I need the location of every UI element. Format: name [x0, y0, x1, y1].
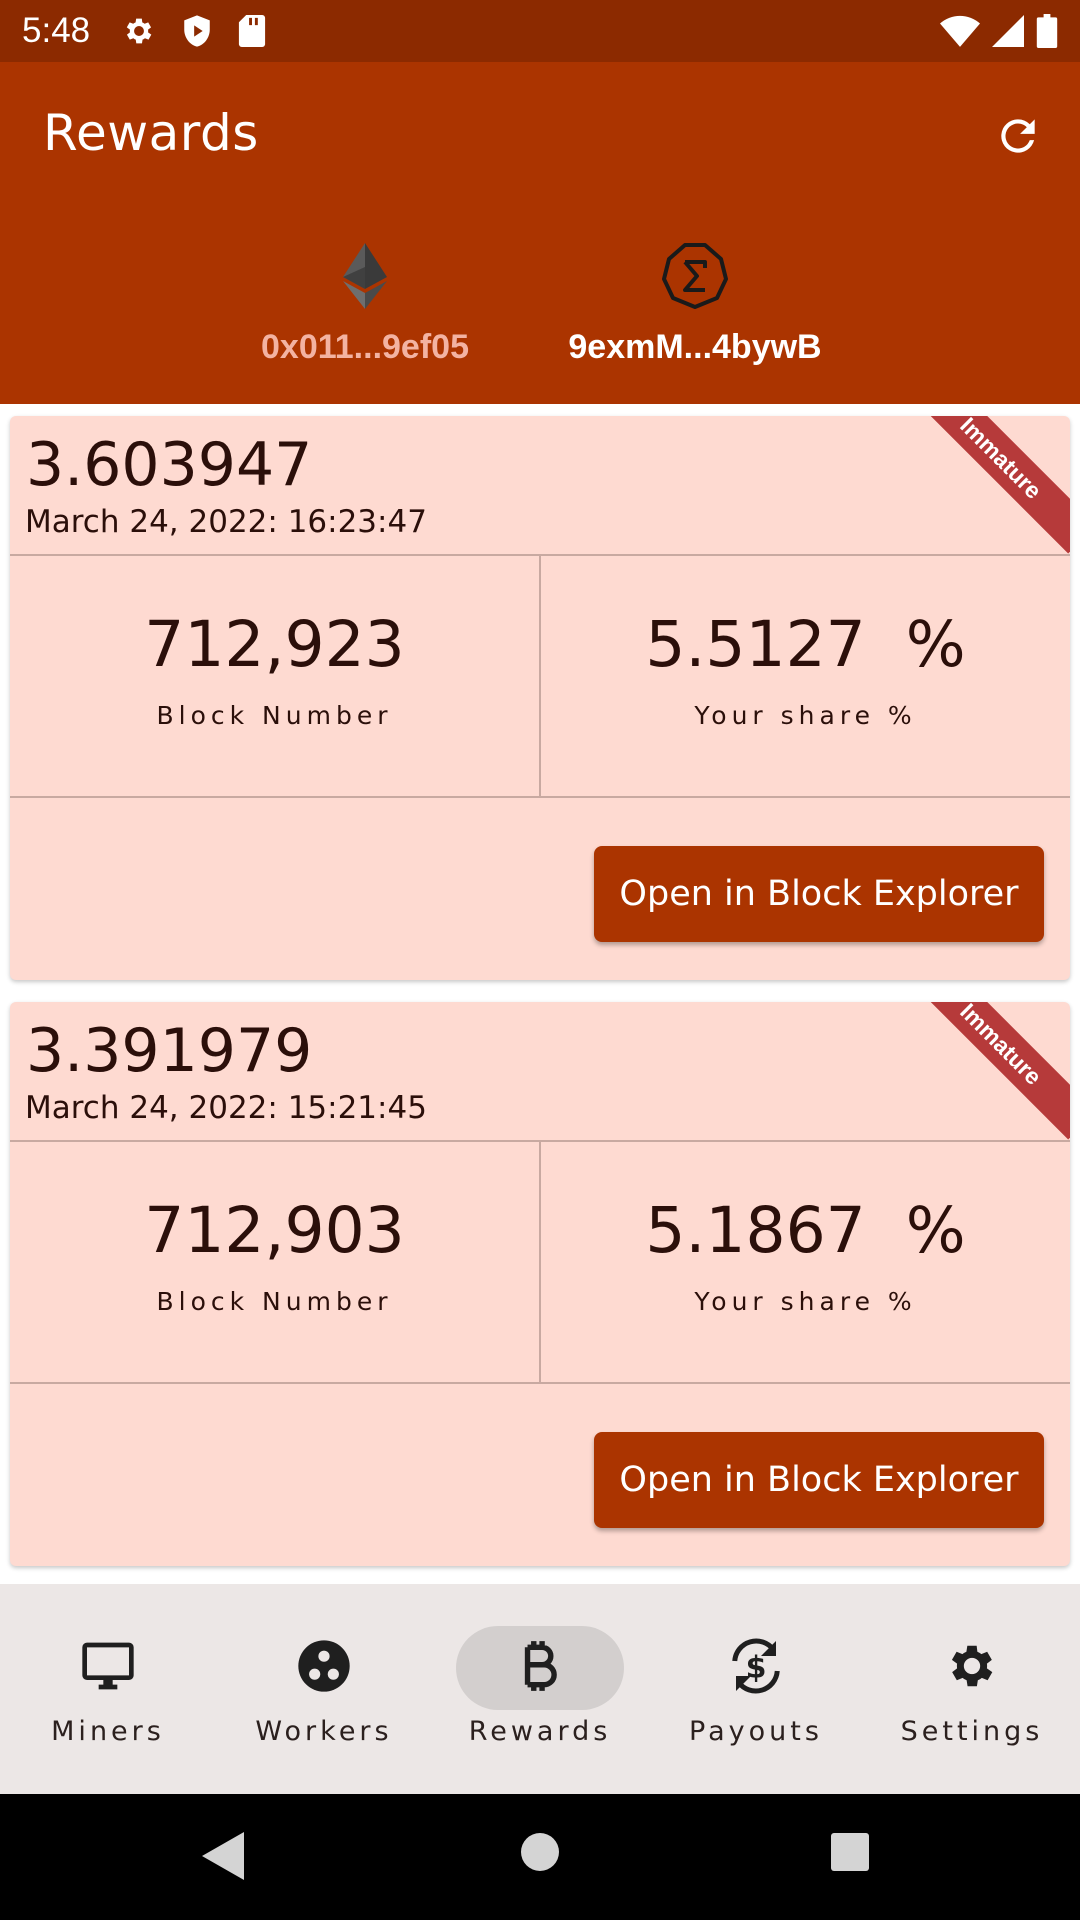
sd-card-icon	[238, 15, 266, 47]
reward-card: Immature 3.391979 March 24, 2022: 15:21:…	[10, 1002, 1070, 1566]
bitcoin-icon	[518, 1639, 562, 1698]
share-label: Your share %	[694, 1287, 917, 1316]
svg-text:$: $	[746, 1650, 767, 1685]
reward-amount: 3.391979	[26, 1016, 313, 1086]
tab-wallet-eth[interactable]: 0x011...9ef05	[230, 222, 500, 404]
block-number-label: Block Number	[156, 701, 393, 730]
back-icon	[200, 1832, 246, 1886]
reward-amount: 3.603947	[26, 430, 313, 500]
nav-label: Miners	[51, 1716, 165, 1747]
ergo-icon	[661, 236, 729, 316]
back-button[interactable]	[200, 1830, 246, 1887]
block-number-value: 712,923	[144, 608, 405, 681]
nav-label: Settings	[900, 1716, 1044, 1747]
nav-label: Payouts	[689, 1716, 823, 1747]
tab-wallet-ergo[interactable]: 9exmM...4bywB	[520, 222, 870, 404]
nav-label: Rewards	[468, 1716, 612, 1747]
divider	[10, 796, 1070, 798]
reward-date: March 24, 2022: 16:23:47	[25, 504, 427, 540]
app-bar: Rewards 0x011...9ef05 9exmM...4bywB	[0, 62, 1080, 564]
open-block-explorer-button[interactable]: Open in Block Explorer	[594, 846, 1044, 942]
recents-icon	[830, 1833, 870, 1876]
status-bar: 5:48	[0, 0, 1080, 62]
bottom-navigation: Miners Workers Rewards $ Payouts Setting…	[0, 1584, 1080, 1794]
page-title: Rewards	[43, 104, 259, 162]
ethereum-icon	[343, 236, 387, 316]
share-label: Your share %	[694, 701, 917, 730]
nav-item-workers[interactable]: Workers	[216, 1584, 432, 1794]
block-number-stat: 712,903 Block Number	[10, 1142, 539, 1382]
system-navigation-bar	[0, 1794, 1080, 1920]
recents-button[interactable]	[830, 1832, 870, 1877]
monitor-icon	[80, 1640, 136, 1697]
wifi-icon	[940, 15, 980, 47]
workers-icon	[296, 1638, 352, 1699]
nav-item-rewards[interactable]: Rewards	[432, 1584, 648, 1794]
signal-icon	[992, 15, 1024, 47]
nav-label: Workers	[255, 1716, 393, 1747]
gear-icon	[944, 1638, 1000, 1699]
tab-label: 0x011...9ef05	[261, 328, 469, 366]
reward-card: Immature 3.603947 March 24, 2022: 16:23:…	[10, 416, 1070, 980]
reward-date: March 24, 2022: 15:21:45	[25, 1090, 427, 1126]
payouts-icon: $	[726, 1636, 786, 1701]
share-value: 5.1867 %	[645, 1194, 966, 1267]
block-number-value: 712,903	[144, 1194, 405, 1267]
immature-badge: Immature	[905, 416, 1070, 554]
refresh-button[interactable]	[990, 110, 1046, 166]
nav-item-payouts[interactable]: $ Payouts	[648, 1584, 864, 1794]
home-button[interactable]	[520, 1832, 560, 1877]
status-time: 5:48	[22, 11, 91, 50]
refresh-icon	[993, 111, 1043, 166]
open-block-explorer-button[interactable]: Open in Block Explorer	[594, 1432, 1044, 1528]
share-stat: 5.5127 % Your share %	[541, 556, 1070, 796]
shield-icon	[182, 14, 212, 48]
block-number-stat: 712,923 Block Number	[10, 556, 539, 796]
share-stat: 5.1867 % Your share %	[541, 1142, 1070, 1382]
tab-label: 9exmM...4bywB	[568, 328, 822, 366]
wallet-tabs: 0x011...9ef05 9exmM...4bywB	[0, 222, 1080, 564]
rewards-list: Immature 3.603947 March 24, 2022: 16:23:…	[0, 404, 1080, 1584]
immature-badge: Immature	[905, 1002, 1070, 1140]
battery-icon	[1036, 14, 1058, 48]
nav-item-miners[interactable]: Miners	[0, 1584, 216, 1794]
block-number-label: Block Number	[156, 1287, 393, 1316]
nav-item-settings[interactable]: Settings	[864, 1584, 1080, 1794]
settings-icon	[122, 14, 156, 48]
home-icon	[520, 1833, 560, 1876]
divider	[10, 1382, 1070, 1384]
share-value: 5.5127 %	[645, 608, 966, 681]
